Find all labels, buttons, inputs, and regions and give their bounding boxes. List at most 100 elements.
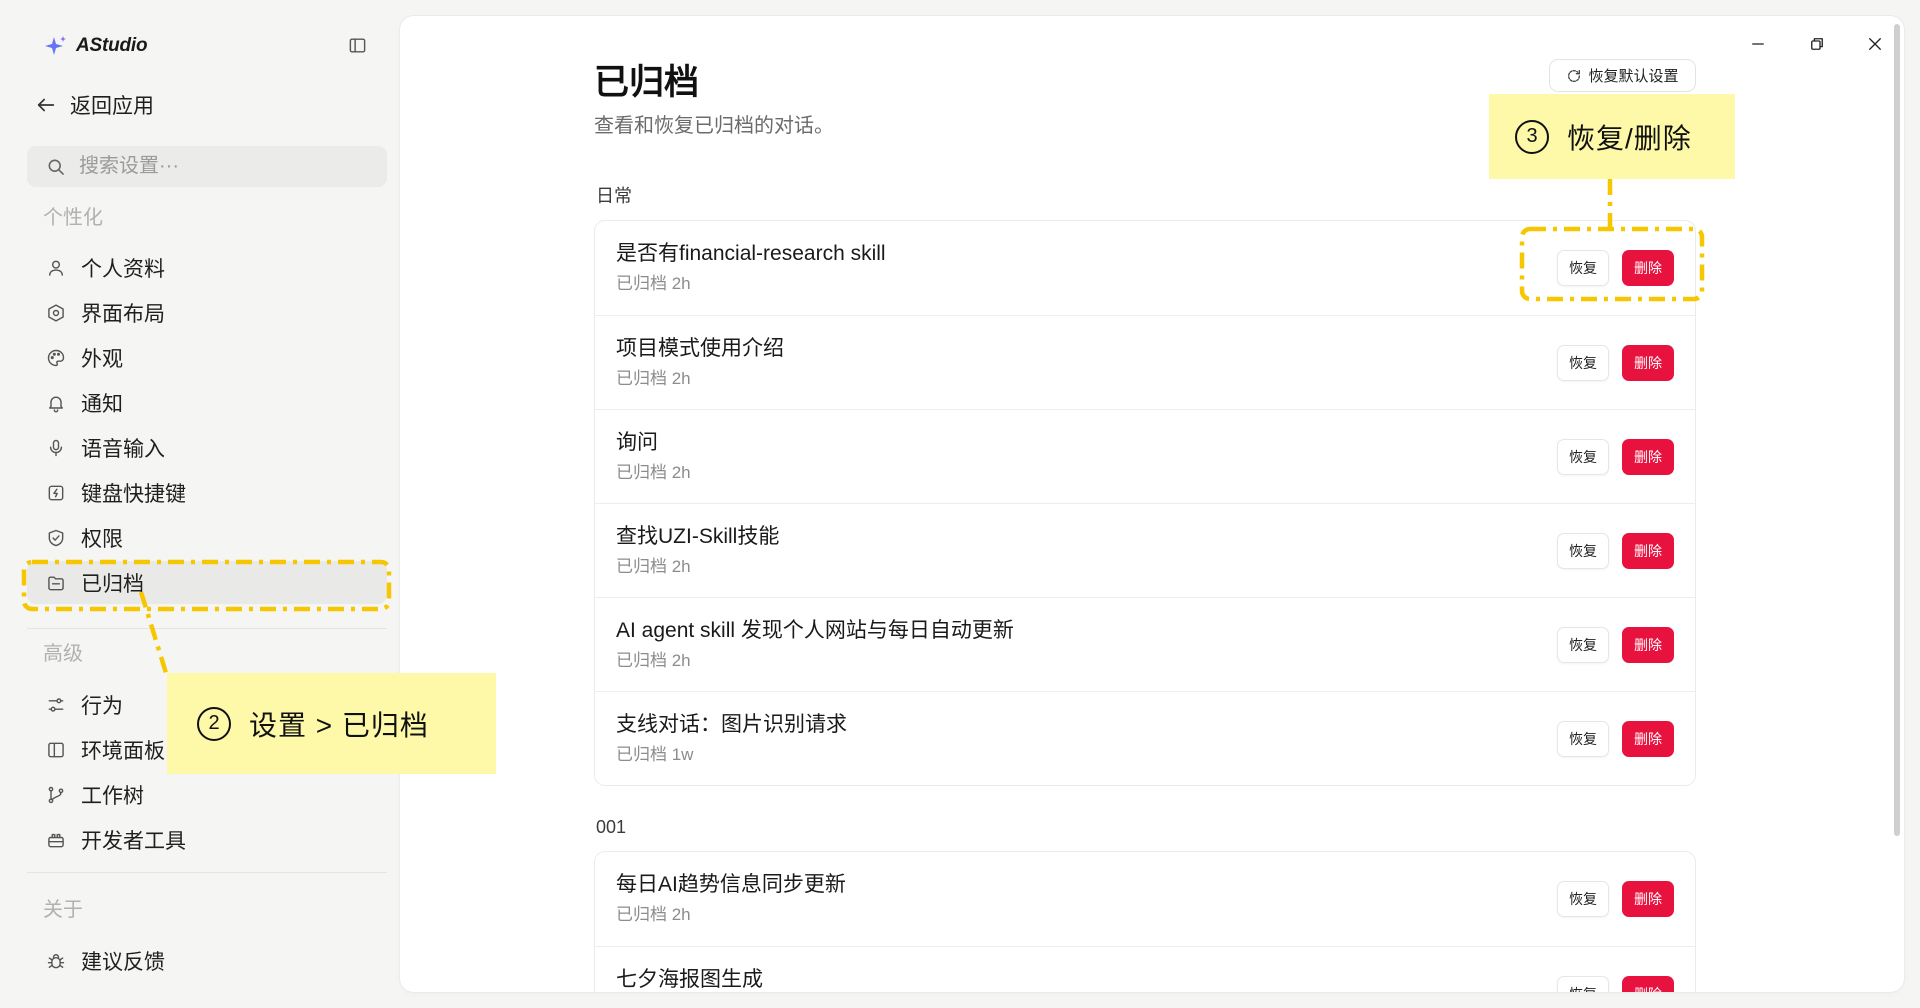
sidebar-item-feedback[interactable]: 建议反馈 xyxy=(27,939,387,982)
sidebar-item-label: 行为 xyxy=(81,694,123,718)
delete-button[interactable]: 删除 xyxy=(1622,720,1674,757)
mic-icon xyxy=(46,438,66,458)
archive-icon xyxy=(46,573,66,593)
archived-item: 每日AI趋势信息同步更新 已归档 2h 恢复 删除 xyxy=(595,852,1695,946)
sidebar-item-notifications[interactable]: 通知 xyxy=(27,381,387,424)
search-icon xyxy=(46,157,66,177)
bell-icon xyxy=(46,393,66,413)
restore-button[interactable]: 恢复 xyxy=(1557,438,1609,475)
sidebar-divider xyxy=(27,628,387,629)
sidebar-item-shortcuts[interactable]: 键盘快捷键 xyxy=(27,471,387,514)
reset-defaults-button[interactable]: 恢复默认设置 xyxy=(1549,59,1696,92)
archived-item-text: 支线对话：图片识别请求 已归档 1w xyxy=(616,692,847,766)
annotation-callout-step-2: 2 设置 > 已归档 xyxy=(167,673,496,774)
sidebar-divider xyxy=(27,872,387,873)
scrollbar[interactable] xyxy=(1894,24,1900,836)
archived-item-title: 七夕海报图生成 xyxy=(616,968,763,991)
restore-button[interactable]: 恢复 xyxy=(1557,975,1609,992)
shield-icon xyxy=(46,528,66,548)
archived-item-title: 每日AI趋势信息同步更新 xyxy=(616,873,846,896)
step-number-badge: 3 xyxy=(1515,119,1549,154)
archived-item-text: 每日AI趋势信息同步更新 已归档 2h xyxy=(616,852,846,926)
refresh-icon xyxy=(1566,68,1582,84)
archived-item: 项目模式使用介绍 已归档 2h 恢复 删除 xyxy=(595,315,1695,409)
sidebar-item-label: 语音输入 xyxy=(81,437,165,461)
sidebar-item-label: 环境面板 xyxy=(81,739,165,763)
archived-item: 是否有financial-research skill 已归档 2h 恢复 删除 xyxy=(595,221,1695,315)
bug-icon xyxy=(46,951,66,971)
archived-item-actions: 恢复 删除 xyxy=(1557,975,1674,992)
minimize-icon xyxy=(1749,35,1767,53)
sidebar-item-profile[interactable]: 个人资料 xyxy=(27,246,387,289)
archived-item-actions: 恢复 删除 xyxy=(1557,626,1674,663)
step-number-badge: 2 xyxy=(197,706,231,741)
restore-window-button[interactable] xyxy=(1807,34,1827,54)
palette-icon xyxy=(46,348,66,368)
annotation-text: 恢复/删除 xyxy=(1567,122,1692,154)
archived-item-text: 查找UZI-Skill技能 已归档 2h xyxy=(616,504,779,578)
restore-button[interactable]: 恢复 xyxy=(1557,626,1609,663)
sidebar-item-label: 界面布局 xyxy=(81,302,165,326)
page-subtitle: 查看和恢复已归档的对话。 xyxy=(594,115,834,137)
sidebar-item-worktree[interactable]: 工作树 xyxy=(27,773,387,816)
sidebar-item-archived[interactable]: 已归档 xyxy=(27,561,387,604)
archived-item: 七夕海报图生成 恢复 删除 xyxy=(595,946,1695,992)
restore-button[interactable]: 恢复 xyxy=(1557,250,1609,286)
sparkle-icon xyxy=(44,34,68,58)
archived-item: 支线对话：图片识别请求 已归档 1w 恢复 删除 xyxy=(595,691,1695,785)
archived-item-title: 支线对话：图片识别请求 xyxy=(616,713,847,736)
page-title: 已归档 xyxy=(594,63,700,102)
restore-button[interactable]: 恢复 xyxy=(1557,720,1609,757)
sidebar-item-label: 通知 xyxy=(81,392,123,416)
sliders-icon xyxy=(46,695,66,715)
restore-button[interactable]: 恢复 xyxy=(1557,881,1609,917)
sidebar-item-voice-input[interactable]: 语音输入 xyxy=(27,426,387,469)
search-input[interactable] xyxy=(79,155,369,178)
minimize-button[interactable] xyxy=(1748,34,1768,54)
restore-window-icon xyxy=(1808,35,1826,53)
archived-item-actions: 恢复 删除 xyxy=(1557,438,1674,475)
search-box[interactable] xyxy=(27,146,387,187)
delete-button[interactable]: 删除 xyxy=(1622,250,1674,286)
sidebar-toggle-button[interactable] xyxy=(347,35,367,55)
archived-item-text: 七夕海报图生成 xyxy=(616,947,763,992)
archived-item-title: 是否有financial-research skill xyxy=(616,242,886,265)
delete-button[interactable]: 删除 xyxy=(1622,532,1674,569)
delete-button[interactable]: 删除 xyxy=(1622,438,1674,475)
archived-item-text: AI agent skill 发现个人网站与每日自动更新 已归档 2h xyxy=(616,598,1014,672)
archived-item-text: 是否有financial-research skill 已归档 2h xyxy=(616,221,886,295)
sidebar-item-layout[interactable]: 界面布局 xyxy=(27,291,387,334)
sidebar: AStudio 返回应用 个性化 个人资料 界面布局 外观 通知 语音输入 xyxy=(0,0,400,1008)
archived-item-meta: 已归档 2h xyxy=(616,557,691,576)
user-icon xyxy=(46,258,66,278)
close-button[interactable] xyxy=(1865,34,1885,54)
section-title-personalization: 个性化 xyxy=(43,207,103,229)
sidebar-toggle-icon xyxy=(348,36,367,55)
sidebar-item-permissions[interactable]: 权限 xyxy=(27,516,387,559)
archived-item-actions: 恢复 删除 xyxy=(1557,532,1674,569)
sidebar-item-appearance[interactable]: 外观 xyxy=(27,336,387,379)
restore-button[interactable]: 恢复 xyxy=(1557,344,1609,381)
restore-button[interactable]: 恢复 xyxy=(1557,532,1609,569)
sidebar-item-devtools[interactable]: 开发者工具 xyxy=(27,818,387,861)
back-to-app-link[interactable]: 返回应用 xyxy=(35,89,154,121)
archived-item-title: 询问 xyxy=(616,431,658,454)
archived-item-text: 询问 已归档 2h xyxy=(616,410,691,484)
archived-item-meta: 已归档 2h xyxy=(616,463,691,482)
annotation-callout-step-3: 3 恢复/删除 xyxy=(1489,94,1735,179)
archived-item-actions: 恢复 删除 xyxy=(1557,720,1674,757)
reset-defaults-label: 恢复默认设置 xyxy=(1588,68,1679,85)
delete-button[interactable]: 删除 xyxy=(1622,975,1674,992)
delete-button[interactable]: 删除 xyxy=(1622,881,1674,917)
app-logo: AStudio xyxy=(44,33,148,59)
sidebar-item-label: 个人资料 xyxy=(81,257,165,281)
archived-item-text: 项目模式使用介绍 已归档 2h xyxy=(616,316,784,390)
archived-item-title: AI agent skill 发现个人网站与每日自动更新 xyxy=(616,619,1014,642)
group-title: 日常 xyxy=(596,186,632,206)
sidebar-item-label: 建议反馈 xyxy=(81,950,165,974)
delete-button[interactable]: 删除 xyxy=(1622,626,1674,663)
layout-icon xyxy=(46,303,66,323)
archived-item-meta: 已归档 2h xyxy=(616,905,691,924)
archived-item: 询问 已归档 2h 恢复 删除 xyxy=(595,409,1695,503)
delete-button[interactable]: 删除 xyxy=(1622,344,1674,381)
